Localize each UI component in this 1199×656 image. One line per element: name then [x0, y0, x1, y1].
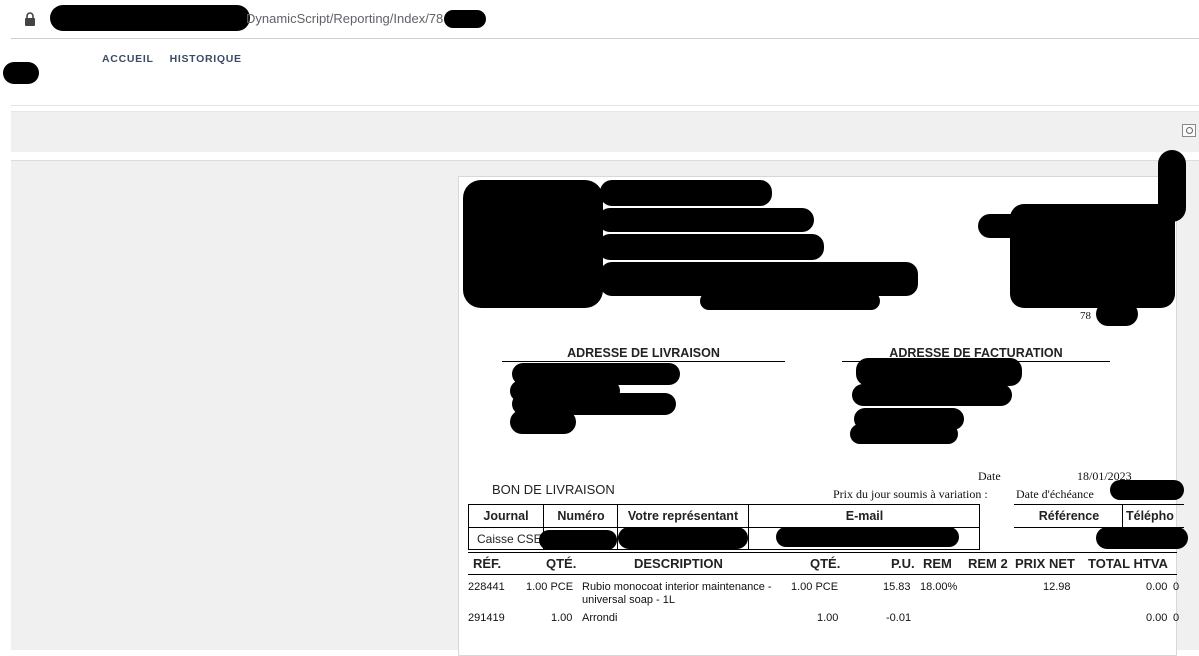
cell-total-overflow: 0	[1173, 581, 1180, 593]
redacted-company-block-left	[463, 180, 603, 308]
redacted-company-line-4	[600, 262, 918, 296]
cell-qte: 1.00	[551, 612, 573, 624]
report-toolbar	[11, 111, 1199, 152]
redacted-company-line-5	[700, 292, 880, 310]
top-navigation: ACCUEIL HISTORIQUE	[102, 53, 242, 65]
col-total-htva: TOTAL HTVA	[1088, 556, 1168, 571]
redacted-url-host	[50, 5, 250, 31]
due-date-label: Date d'échéance	[1016, 487, 1094, 501]
cell-rem: 18.00%	[920, 581, 958, 593]
client-postcode-fragment: 78	[1080, 310, 1091, 322]
redacted-client-bottom	[1096, 302, 1138, 326]
date-label: Date	[978, 469, 1001, 483]
col-description: DESCRIPTION	[634, 556, 723, 571]
redacted-client-block	[1010, 204, 1175, 308]
cell-total: 0.00	[1146, 612, 1168, 624]
zoom-icon[interactable]	[1182, 124, 1196, 137]
cell-qte: 1.00 PCE	[526, 581, 574, 593]
header-journal: Journal	[483, 509, 529, 523]
redacted-company-line-3	[598, 234, 824, 260]
cell-pu: 15.83	[883, 581, 911, 593]
col-rem: REM	[923, 556, 952, 571]
cell-qte-2: 1.00 PCE	[791, 581, 839, 593]
col-prix-net: PRIX NET	[1015, 556, 1075, 571]
value-journal: Caisse CSE	[477, 532, 542, 546]
col-qte-2: QTÉ.	[810, 556, 841, 571]
col-pu: P.U.	[891, 556, 915, 571]
lock-icon	[25, 12, 35, 26]
price-note: Prix du jour soumis à variation :	[833, 487, 988, 501]
nav-historique[interactable]: HISTORIQUE	[170, 53, 242, 65]
redacted-url-id	[444, 10, 486, 28]
address-bar-divider	[11, 38, 1199, 39]
col-ref: RÉF.	[473, 556, 502, 571]
redacted-logo	[3, 62, 39, 84]
nav-divider	[11, 105, 1199, 106]
redacted-company-line-2	[598, 208, 814, 232]
redacted-representant	[618, 527, 748, 549]
header-telephone: Télépho	[1126, 509, 1174, 523]
redacted-client-mark	[978, 214, 1028, 238]
url-text[interactable]: DynamicScript/Reporting/Index/78	[246, 11, 443, 26]
ref-grid-top	[1014, 504, 1184, 505]
columns-bottom-rule	[468, 574, 1177, 575]
redacted-delivery-line-4	[510, 410, 576, 434]
header-reference: Référence	[1038, 509, 1100, 523]
header-email: E-mail	[845, 509, 884, 523]
cell-pu: -0.01	[886, 612, 912, 624]
columns-top-rule	[468, 552, 1177, 553]
cell-qte-2: 1.00	[817, 612, 839, 624]
redacted-email	[776, 527, 959, 547]
redacted-billing-line-1	[856, 358, 1022, 386]
cell-description-line-2: universal soap - 1L	[582, 594, 675, 606]
browser-address-bar[interactable]: DynamicScript/Reporting/Index/78	[0, 0, 1199, 39]
cell-description-line-1: Rubio monocoat interior maintenance -	[582, 581, 772, 593]
redacted-date-extra	[1110, 480, 1184, 500]
cell-total-overflow: 0	[1173, 612, 1180, 624]
redacted-client-corner	[1158, 150, 1186, 222]
col-rem-2: REM 2	[968, 556, 1008, 571]
redacted-billing-line-2	[852, 384, 1012, 406]
col-qte: QTÉ.	[546, 556, 577, 571]
header-representant: Votre représentant	[627, 509, 739, 523]
redacted-company-line-1	[600, 180, 772, 206]
redacted-telephone	[1096, 527, 1188, 549]
cell-prix-net: 12.98	[1043, 581, 1071, 593]
redacted-billing-line-4	[850, 424, 958, 444]
document-title: BON DE LIVRAISON	[492, 482, 615, 497]
delivery-address-title: ADRESSE DE LIVRAISON	[502, 346, 785, 362]
cell-ref: 228441	[468, 581, 505, 593]
redacted-numero	[539, 530, 617, 550]
cell-total: 0.00	[1146, 581, 1168, 593]
nav-accueil[interactable]: ACCUEIL	[102, 53, 154, 65]
cell-description-line-1: Arrondi	[582, 612, 618, 624]
cell-ref: 291419	[468, 612, 505, 624]
header-numero: Numéro	[557, 509, 605, 523]
